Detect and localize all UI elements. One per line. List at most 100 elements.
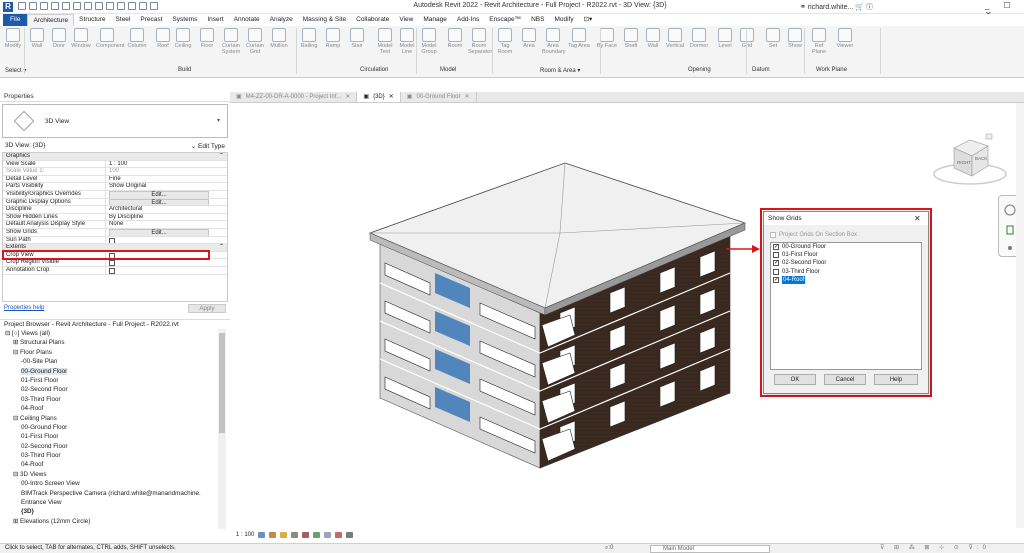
crop-icon[interactable] (313, 532, 321, 538)
ribbon-button[interactable]: Area Boundary (542, 28, 566, 55)
grid-level-checkbox[interactable]: ✓ (773, 276, 779, 283)
ribbon-tab[interactable]: Architecture (27, 14, 75, 26)
grid-level-label[interactable]: 01-First Floor (782, 251, 818, 259)
ribbon-button[interactable]: Railing (298, 28, 320, 49)
thin-lines-icon[interactable] (139, 2, 147, 10)
browser-node-label[interactable]: 04-Roof (21, 405, 43, 412)
edit-button[interactable]: Edit... (109, 198, 209, 206)
edit-type-label[interactable]: Edit Type (198, 143, 225, 150)
browser-node-label[interactable]: 01-First Floor (21, 377, 58, 384)
text-icon[interactable] (106, 2, 114, 10)
ribbon-button[interactable]: Wall (26, 28, 48, 49)
close-tab-icon[interactable]: ✕ (345, 92, 350, 102)
view-tab[interactable]: ▣ M4-ZZ-00-DR-A-0000 - Project Inf... ✕ (230, 92, 358, 102)
cart-icon[interactable]: 🛒 (855, 4, 866, 11)
instance-selector[interactable]: 3D View: {3D} ⌄ Edit Type (2, 141, 228, 151)
ribbon-button[interactable]: Mullion (268, 28, 290, 49)
property-value[interactable]: Edit... (106, 228, 227, 236)
visual-style-icon[interactable] (269, 532, 277, 538)
ribbon-button[interactable]: Model Line (396, 28, 418, 55)
grid-level-item[interactable]: ✓ 04-Roof (771, 275, 921, 284)
property-group[interactable]: Graphics ⌃ (3, 153, 227, 161)
ribbon-tab[interactable]: ⊡▾ (579, 14, 598, 26)
ribbon-button[interactable]: Curtain System (220, 28, 242, 55)
undo-icon[interactable] (51, 2, 59, 10)
print-icon[interactable] (73, 2, 81, 10)
grid-level-label[interactable]: 02-Second Floor (782, 259, 826, 267)
ribbon-button[interactable]: Ceiling (172, 28, 194, 49)
scrollbar-thumb[interactable] (219, 333, 225, 433)
browser-node-label[interactable]: 03-Third Floor (21, 452, 61, 459)
browser-node[interactable]: 00-Ground Floor (2, 423, 226, 432)
browser-node[interactable]: ⊞ Elevations (12mm Circle) (2, 517, 226, 526)
view-tab-label[interactable]: {3D} (373, 92, 385, 102)
temp-hide-icon[interactable] (335, 532, 343, 538)
property-checkbox[interactable] (109, 260, 115, 266)
ribbon-button[interactable]: Floor (196, 28, 218, 49)
ribbon-button[interactable]: Level (714, 28, 736, 49)
revit-logo[interactable]: R (3, 2, 13, 12)
browser-node-label[interactable]: 00-Ground Floor (21, 424, 67, 431)
editable-only-count[interactable]: ⌕:0 (605, 544, 613, 553)
browser-node-label[interactable]: ⊞ Structural Plans (13, 339, 64, 346)
property-value[interactable]: 1 : 100 (106, 161, 227, 168)
browser-node[interactable]: BIMTrack Perspective Camera (richard.whi… (2, 489, 226, 498)
ribbon-button[interactable]: Component (96, 28, 124, 49)
view-tab-label[interactable]: M4-ZZ-00-DR-A-0000 - Project Inf... (246, 92, 342, 102)
browser-node[interactable]: {3D} (2, 507, 226, 516)
browser-node-label[interactable]: BIMTrack Perspective Camera (richard.whi… (21, 490, 201, 497)
property-value[interactable]: Architectural (106, 206, 227, 213)
ribbon-button[interactable]: Ref Plane (808, 28, 830, 55)
browser-node[interactable]: 01-First Floor (2, 376, 226, 385)
ribbon-button[interactable]: Tag Room (494, 28, 516, 55)
project-browser-scrollbar[interactable] (218, 329, 226, 529)
ribbon-tab[interactable]: Add-Ins (452, 14, 484, 26)
grid-level-item[interactable]: ✓ 00-Ground Floor (771, 243, 921, 251)
browser-node-label[interactable]: 04-Roof (21, 461, 43, 468)
property-value[interactable]: By Discipline (106, 214, 227, 221)
apply-button[interactable]: Apply (188, 304, 226, 313)
browser-node-label[interactable]: ⊟ Floor Plans (13, 349, 52, 356)
ribbon-tab[interactable]: View (394, 14, 418, 26)
save-icon[interactable] (29, 2, 37, 10)
properties-help-link[interactable]: Properties help (4, 305, 44, 311)
grid-level-label[interactable]: 00-Ground Floor (782, 243, 826, 251)
ribbon-button[interactable]: Ramp (322, 28, 344, 49)
ribbon-button[interactable]: Show (784, 28, 806, 49)
ribbon-panel-label[interactable]: Room & Area ▾ (540, 67, 580, 74)
ribbon-button[interactable]: Modify (2, 28, 24, 49)
grid-level-checkbox[interactable] (773, 252, 779, 259)
property-checkbox[interactable] (109, 237, 115, 244)
grid-level-checkbox[interactable] (773, 268, 779, 275)
close-tab-icon[interactable]: ✕ (389, 92, 394, 102)
grid-level-item[interactable]: 01-First Floor (771, 251, 921, 259)
browser-node[interactable]: 02-Second Floor (2, 385, 226, 394)
property-value[interactable] (106, 237, 227, 244)
edit-button[interactable]: Edit... (109, 228, 209, 236)
browser-node-label[interactable]: ⊟ [○] Views (all) (5, 330, 50, 337)
property-value[interactable]: None (106, 221, 227, 228)
ribbon-tab[interactable]: Insert (202, 14, 228, 26)
dimension-icon[interactable] (95, 2, 103, 10)
browser-node-label[interactable]: Entrance View (21, 499, 62, 506)
view-scale[interactable]: 1 : 100 (236, 532, 254, 538)
ribbon-tab[interactable]: Structure (74, 14, 110, 26)
ribbon-button[interactable]: Grid (736, 28, 758, 49)
ribbon-tab[interactable]: Annotate (229, 14, 265, 26)
ribbon-button[interactable]: Model Text (374, 28, 396, 55)
browser-node-label[interactable]: 02-Second Floor (21, 386, 68, 393)
ribbon-tab[interactable]: Collaborate (351, 14, 394, 26)
edit-type-button[interactable]: ⌄ Edit Type (191, 142, 225, 150)
close-hidden-icon[interactable] (150, 2, 158, 10)
property-value[interactable]: Edit... (106, 198, 227, 206)
ribbon-tab[interactable]: Analyze (265, 14, 298, 26)
ribbon-button[interactable]: Shaft (620, 28, 642, 49)
browser-node[interactable]: ⊟ Floor Plans (2, 348, 226, 357)
ribbon-button[interactable]: Wall (642, 28, 664, 49)
ribbon-button[interactable]: Tag Area (568, 28, 590, 49)
browser-node[interactable]: Entrance View (2, 498, 226, 507)
ribbon-button[interactable]: Set (762, 28, 784, 49)
collapse-icon[interactable]: ⌃ (219, 153, 227, 160)
ribbon-button[interactable]: Dormer (688, 28, 710, 49)
ribbon-button[interactable]: Vertical (664, 28, 686, 49)
